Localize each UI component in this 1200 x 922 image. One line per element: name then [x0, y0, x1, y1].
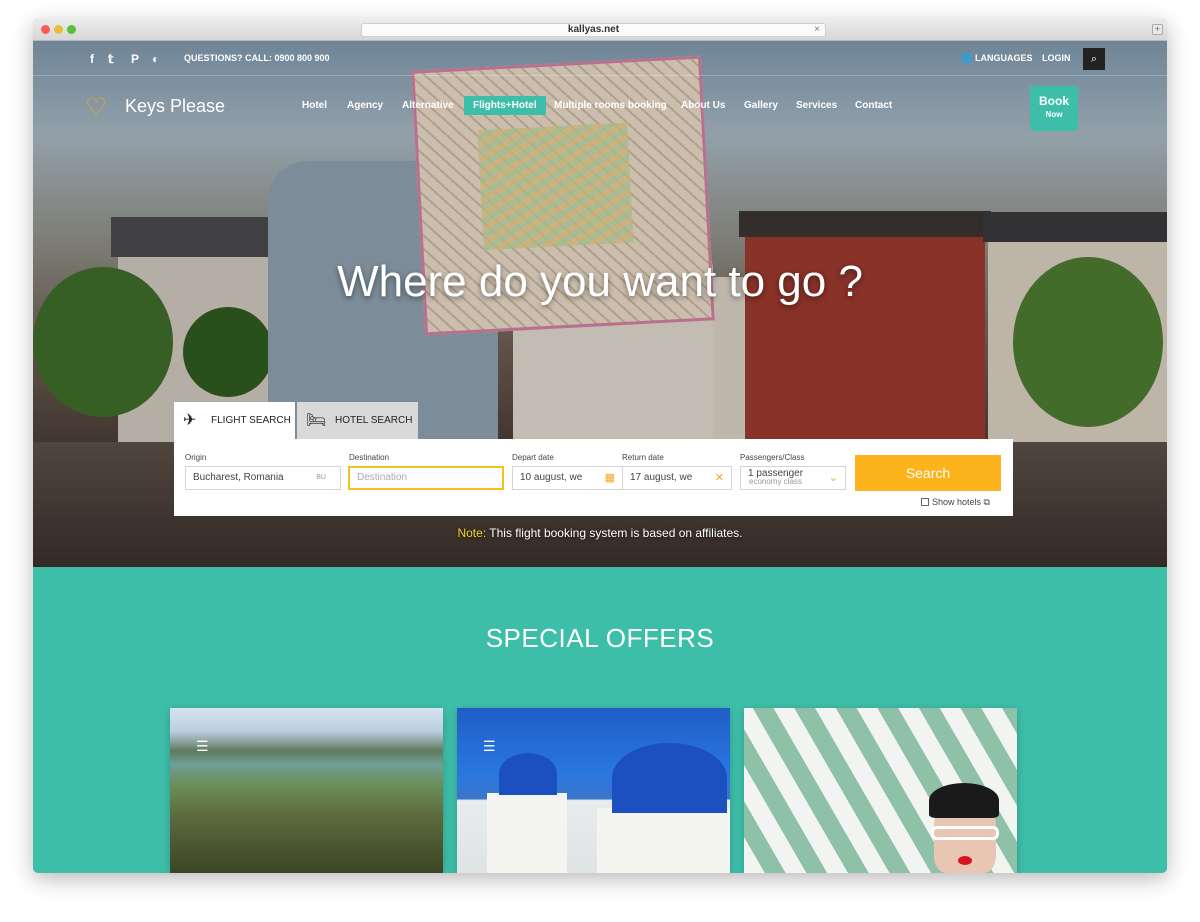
nav-item-about-us[interactable]: About Us — [681, 100, 725, 111]
note-prefix: Note: — [457, 526, 487, 540]
affiliate-note: Note: This flight booking system is base… — [33, 526, 1167, 540]
offer-card[interactable]: ☰ — [457, 708, 730, 873]
tab-label: FLIGHT SEARCH — [211, 415, 291, 426]
return-date-input[interactable]: 17 august, we ✕ — [622, 466, 732, 490]
note-text: This flight booking system is based on a… — [486, 526, 743, 540]
card-photo-hair — [929, 783, 999, 818]
login-link[interactable]: LOGIN — [1042, 53, 1071, 63]
facebook-icon[interactable]: f — [90, 52, 94, 66]
contact-phone: QUESTIONS? CALL: 0900 800 900 — [184, 53, 330, 63]
calendar-icon[interactable]: ▦ — [605, 467, 615, 489]
nav-item-gallery[interactable]: Gallery — [744, 100, 778, 111]
nav-item-alternative[interactable]: Alternative — [402, 100, 454, 111]
card-photo-lips — [958, 856, 972, 865]
return-date-label: Return date — [622, 453, 664, 462]
new-tab-icon[interactable]: + — [1152, 24, 1163, 35]
flight-search-form: Origin Bucharest, Romania BU Destination… — [174, 439, 1013, 516]
book-button-label: Book — [1039, 94, 1069, 108]
show-hotels-toggle[interactable]: Show hotels ⧉ — [921, 497, 990, 508]
checkbox-icon[interactable] — [921, 498, 929, 506]
external-link-icon: ⧉ — [983, 497, 990, 507]
card-photo-dome — [499, 753, 557, 795]
clear-icon[interactable]: ✕ — [715, 467, 724, 489]
passengers-class: economy class — [749, 477, 802, 486]
search-icon[interactable]: ⌕ — [1083, 48, 1105, 70]
minimize-window-button[interactable] — [54, 25, 63, 34]
card-photo-chapel — [487, 793, 567, 873]
passengers-label: Passengers/Class — [740, 453, 805, 462]
close-window-button[interactable] — [41, 25, 50, 34]
origin-label: Origin — [185, 453, 207, 462]
show-hotels-label: Show hotels — [932, 497, 982, 507]
globe-icon: 🌐 — [961, 53, 973, 63]
browser-window: kallyas.net × + f 𝕥 P ◐ QUESTIONS? CALL:… — [33, 19, 1167, 873]
depart-date-input[interactable]: 10 august, we ▦ — [512, 466, 623, 490]
plane-icon: ✈ — [183, 412, 197, 429]
offer-card[interactable]: ☰ — [170, 708, 443, 873]
tab-label: HOTEL SEARCH — [335, 415, 413, 426]
chevron-down-icon: ⌄ — [828, 472, 838, 484]
hero-headline: Where do you want to go ? — [337, 257, 863, 306]
origin-value: Bucharest, Romania — [193, 472, 284, 483]
top-bar: f 𝕥 P ◐ QUESTIONS? CALL: 0900 800 900 🌐 … — [33, 41, 1167, 76]
offer-card[interactable] — [744, 708, 1017, 873]
close-icon[interactable]: × — [814, 24, 820, 36]
destination-input[interactable]: Destination — [348, 466, 504, 490]
nav-item-agency[interactable]: Agency — [347, 100, 383, 111]
browser-chrome: kallyas.net × + — [33, 19, 1167, 41]
dribbble-icon[interactable]: ◐ — [152, 52, 159, 66]
card-photo-chapel — [597, 808, 730, 873]
tab-flight-search[interactable]: ✈ FLIGHT SEARCH — [174, 402, 295, 440]
pinterest-icon[interactable]: P — [131, 52, 139, 66]
zoom-window-button[interactable] — [67, 25, 76, 34]
destination-placeholder: Destination — [357, 472, 408, 483]
book-now-button[interactable]: Book Now — [1030, 86, 1078, 131]
search-button[interactable]: Search — [855, 455, 1001, 491]
origin-input[interactable]: Bucharest, Romania BU — [185, 466, 341, 490]
depart-date-value: 10 august, we — [520, 472, 583, 483]
depart-date-label: Depart date — [512, 453, 554, 462]
address-bar[interactable]: kallyas.net × — [361, 23, 826, 37]
card-photo-sunglasses — [931, 826, 999, 840]
destination-label: Destination — [349, 453, 390, 462]
nav-item-hotel[interactable]: Hotel — [302, 100, 327, 111]
languages-link[interactable]: LANGUAGES — [975, 53, 1033, 63]
twitter-icon[interactable]: 𝕥 — [108, 52, 114, 66]
nav-item-services[interactable]: Services — [796, 100, 837, 111]
nav-item-multiple-rooms[interactable]: Multiple rooms booking — [554, 100, 667, 111]
passengers-select[interactable]: 1 passenger economy class ⌄ — [740, 466, 846, 490]
menu-icon[interactable]: ☰ — [483, 738, 496, 755]
menu-icon[interactable]: ☰ — [196, 738, 209, 755]
special-offers-title: SPECIAL OFFERS — [485, 623, 715, 653]
card-photo-dome — [612, 743, 727, 813]
logo-text[interactable]: Keys Please — [125, 96, 225, 117]
bed-icon: 🛏 — [306, 412, 327, 429]
nav-item-contact[interactable]: Contact — [855, 100, 892, 111]
origin-code: BU — [316, 474, 326, 481]
logo-icon[interactable]: ♡ — [81, 94, 111, 122]
tab-hotel-search[interactable]: 🛏 HOTEL SEARCH — [297, 402, 418, 440]
nav-item-flights-hotel[interactable]: Flights+Hotel — [464, 96, 546, 115]
return-date-value: 17 august, we — [630, 472, 693, 483]
book-button-sublabel: Now — [1045, 110, 1063, 119]
url-text: kallyas.net — [567, 24, 620, 35]
